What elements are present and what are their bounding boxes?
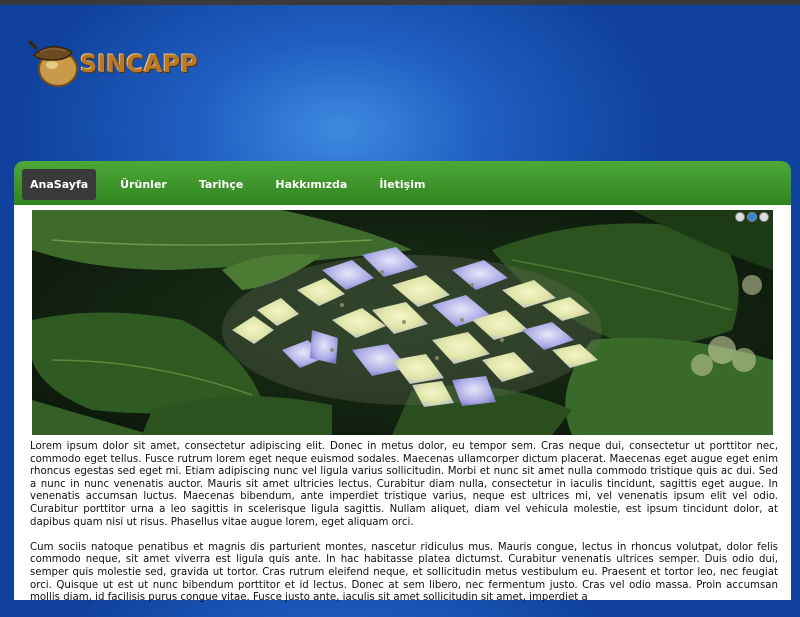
paragraph: Lorem ipsum dolor sit amet, consectetur …	[30, 441, 778, 528]
brand-name: SINCAPP	[80, 50, 198, 78]
site-logo[interactable]: SINCAPP	[28, 38, 198, 90]
nav-item-anasayfa[interactable]: AnaSayfa	[22, 169, 97, 200]
content-area: Lorem ipsum dolor sit amet, consectetur …	[14, 205, 791, 603]
slider-dots	[735, 212, 769, 222]
slide-image	[32, 210, 773, 435]
nav-item-iletisim[interactable]: İletişim	[371, 169, 433, 200]
main-nav: AnaSayfa Ürünler Tarihçe Hakkımızda İlet…	[14, 161, 791, 205]
top-strip	[0, 0, 800, 5]
acorn-icon	[28, 38, 82, 90]
nav-item-hakkimizda[interactable]: Hakkımızda	[267, 169, 355, 200]
image-slider[interactable]	[32, 210, 773, 435]
slider-dot[interactable]	[735, 212, 745, 222]
body-text: Lorem ipsum dolor sit amet, consectetur …	[30, 441, 778, 617]
nav-item-tarihce[interactable]: Tarihçe	[191, 169, 252, 200]
nav-item-urunler[interactable]: Ürünler	[112, 169, 175, 200]
slider-dot[interactable]	[759, 212, 769, 222]
paragraph: Cum sociis natoque penatibus et magnis d…	[30, 541, 778, 604]
slider-dot-active[interactable]	[747, 212, 757, 222]
